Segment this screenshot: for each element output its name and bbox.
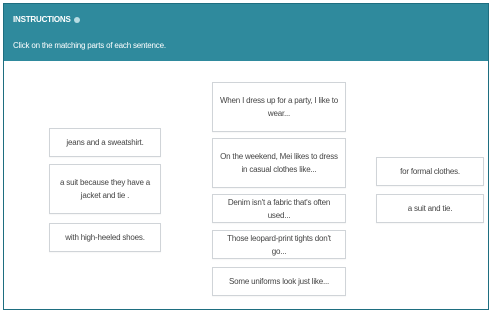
middle-card-2[interactable]: On the weekend, Mei likes to dress in ca…: [212, 138, 346, 188]
middle-card-1[interactable]: When I dress up for a party, I like to w…: [212, 82, 346, 132]
middle-card-5[interactable]: Some uniforms look just like...: [212, 267, 346, 296]
right-card-1[interactable]: for formal clothes.: [376, 157, 484, 186]
left-card-2[interactable]: a suit because they have a jacket and ti…: [49, 164, 161, 214]
exercise-panel: INSTRUCTIONS Click on the matching parts…: [3, 3, 489, 310]
info-dot-icon: [73, 16, 80, 23]
left-card-3[interactable]: with high-heeled shoes.: [49, 223, 161, 252]
instructions-text: Click on the matching parts of each sent…: [13, 41, 166, 50]
middle-card-4[interactable]: Those leopard-print tights don't go...: [212, 230, 346, 259]
left-card-1[interactable]: jeans and a sweatshirt.: [49, 128, 161, 157]
instructions-title-text: INSTRUCTIONS: [13, 15, 71, 24]
right-card-2[interactable]: a suit and tie.: [376, 194, 484, 223]
instructions-header: INSTRUCTIONS Click on the matching parts…: [4, 4, 488, 61]
middle-card-3[interactable]: Denim isn't a fabric that's often used..…: [212, 194, 346, 223]
instructions-title: INSTRUCTIONS: [13, 15, 80, 24]
